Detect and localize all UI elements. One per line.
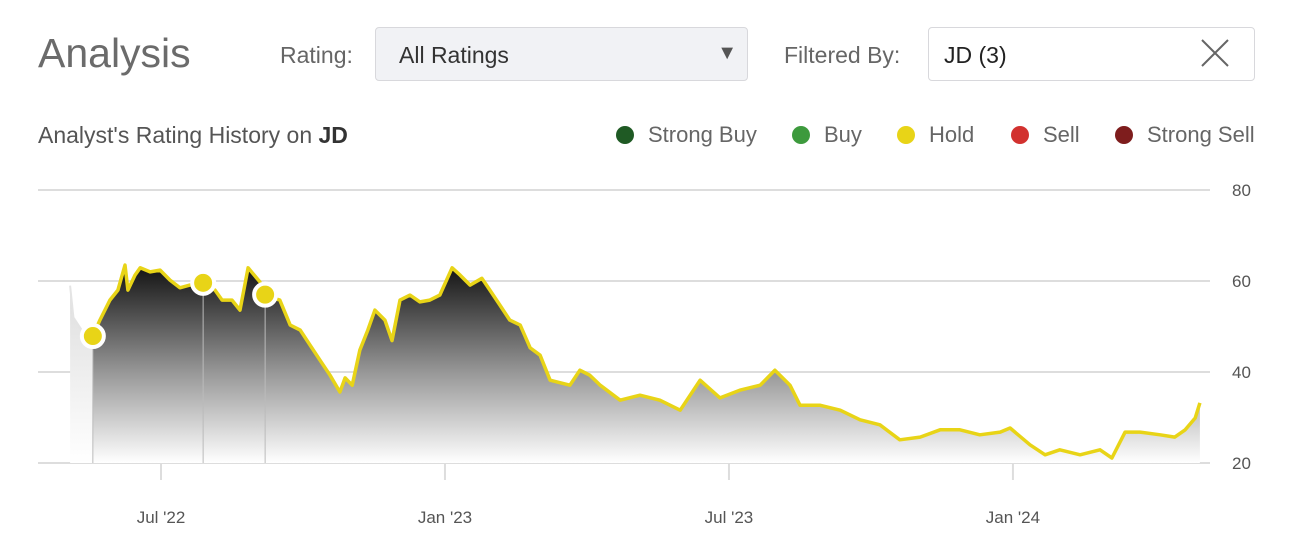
rating-history-chart: 20 40 60 80 Jul '22 Jan '23 Jul '23 Jan '24 <box>38 181 1251 527</box>
y-tick-label: 60 <box>1232 272 1251 291</box>
rating-marker-hold <box>79 323 106 350</box>
rating-marker-hold <box>190 269 217 296</box>
y-tick-label: 40 <box>1232 363 1251 382</box>
y-tick-label: 80 <box>1232 181 1251 200</box>
x-tick-label: Jul '23 <box>705 508 754 527</box>
rating-marker-hold <box>252 281 279 308</box>
x-tick-label: Jan '24 <box>986 508 1040 527</box>
x-tick-label: Jan '23 <box>418 508 472 527</box>
x-tick-label: Jul '22 <box>137 508 186 527</box>
y-tick-label: 20 <box>1232 454 1251 473</box>
